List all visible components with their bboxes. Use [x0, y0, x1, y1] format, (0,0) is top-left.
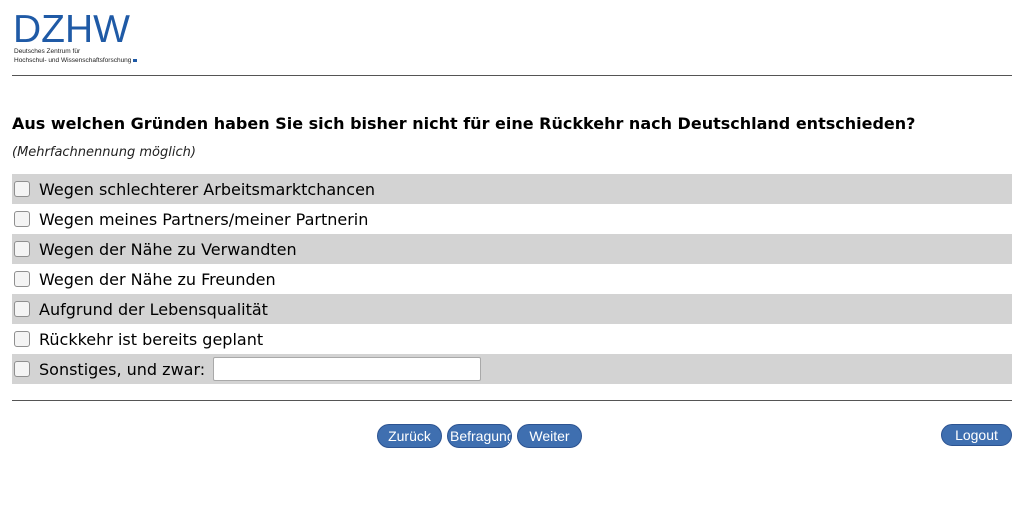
option-label[interactable]: Wegen der Nähe zu Verwandten	[39, 240, 297, 259]
dzhw-logo: DZHW Deutsches Zentrum für Hochschul- un…	[13, 10, 145, 66]
next-button[interactable]: Weiter	[517, 424, 582, 448]
other-text-input[interactable]	[213, 357, 482, 381]
option-label[interactable]: Wegen der Nähe zu Freunden	[39, 270, 276, 289]
option-checkbox[interactable]	[14, 211, 30, 227]
logo-wordmark: DZHW	[13, 8, 130, 51]
option-label[interactable]: Aufgrund der Lebensqualität	[39, 300, 268, 319]
logo-subtitle-line1: Deutsches Zentrum für	[14, 48, 81, 55]
option-label[interactable]: Sonstiges, und zwar:	[39, 360, 205, 379]
bottom-divider	[12, 400, 1012, 401]
option-label[interactable]: Wegen schlechterer Arbeitsmarktchancen	[39, 180, 375, 199]
option-row[interactable]: Wegen meines Partners/meiner Partnerin	[12, 204, 1012, 234]
logo-subtitle: Deutsches Zentrum für Hochschul- und Wis…	[14, 47, 154, 65]
options-list: Wegen schlechterer Arbeitsmarktchancen W…	[12, 174, 1012, 384]
logout-button[interactable]: Logout	[941, 424, 1012, 446]
option-checkbox[interactable]	[14, 301, 30, 317]
option-checkbox[interactable]	[14, 361, 30, 377]
option-row-other[interactable]: Sonstiges, und zwar:	[12, 354, 1012, 384]
logo-subtitle-line2: Hochschul- und Wissenschaftsforschung	[14, 56, 154, 65]
option-label[interactable]: Wegen meines Partners/meiner Partnerin	[39, 210, 368, 229]
option-checkbox[interactable]	[14, 271, 30, 287]
option-row[interactable]: Wegen der Nähe zu Freunden	[12, 264, 1012, 294]
option-checkbox[interactable]	[14, 181, 30, 197]
survey-button[interactable]: Befragung	[447, 424, 512, 448]
logo-dot-icon	[133, 58, 138, 62]
top-divider	[12, 75, 1012, 76]
option-row[interactable]: Wegen schlechterer Arbeitsmarktchancen	[12, 174, 1012, 204]
question-hint: (Mehrfachnennung möglich)	[12, 145, 196, 160]
logo-subtitle-line2-text: Hochschul- und Wissenschaftsforschung	[14, 57, 132, 64]
option-checkbox[interactable]	[14, 331, 30, 347]
option-row[interactable]: Wegen der Nähe zu Verwandten	[12, 234, 1012, 264]
back-button[interactable]: Zurück	[377, 424, 442, 448]
option-row[interactable]: Rückkehr ist bereits geplant	[12, 324, 1012, 354]
option-label[interactable]: Rückkehr ist bereits geplant	[39, 330, 263, 349]
option-row[interactable]: Aufgrund der Lebensqualität	[12, 294, 1012, 324]
question-text: Aus welchen Gründen haben Sie sich bishe…	[12, 114, 916, 133]
option-checkbox[interactable]	[14, 241, 30, 257]
